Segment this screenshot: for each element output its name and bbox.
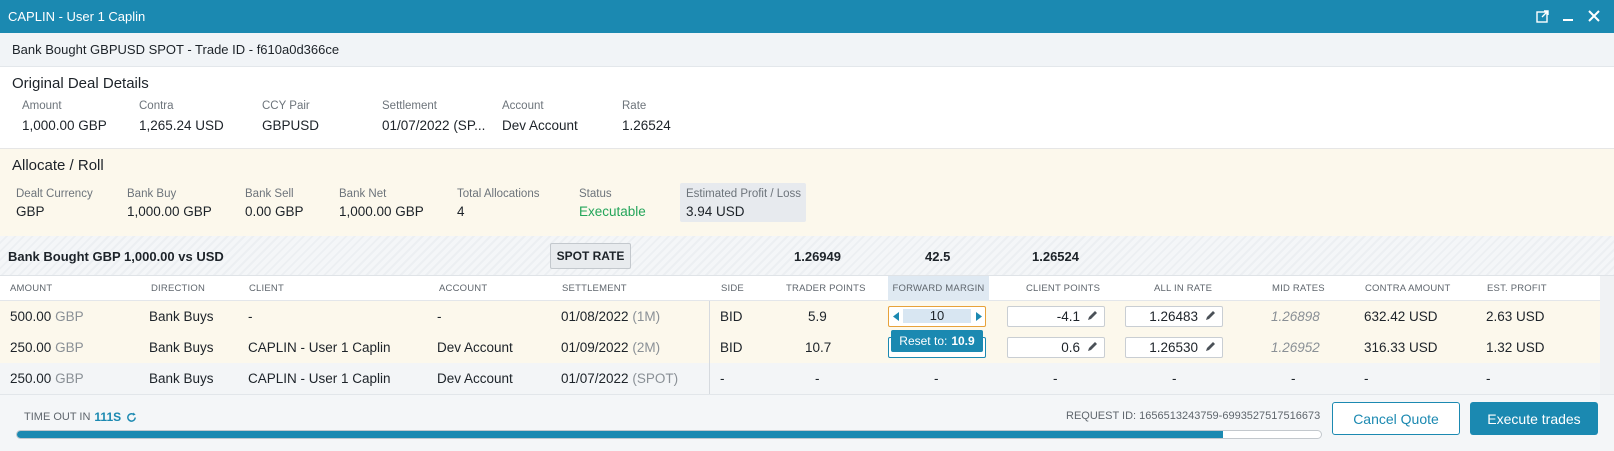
original-amount: Amount 1,000.00 GBP: [22, 100, 107, 133]
footer: TIME OUT IN 111S REQUEST ID: 16565132437…: [0, 394, 1614, 451]
col-direction[interactable]: DIRECTION: [151, 283, 205, 294]
summary-trader-points: 1.26949: [794, 249, 841, 264]
cancel-quote-button[interactable]: Cancel Quote: [1332, 402, 1460, 435]
original-account: Account Dev Account: [502, 100, 578, 133]
alloc-total-allocations: Total Allocations 4: [457, 188, 540, 219]
col-settlement[interactable]: SETTLEMENT: [562, 283, 627, 294]
close-icon[interactable]: [1586, 8, 1602, 24]
timeout-progress-bar: [16, 430, 1322, 439]
alloc-dealt-currency: Dealt Currency GBP: [16, 188, 93, 219]
edit-icon[interactable]: [1086, 341, 1100, 355]
alloc-status: Status Executable: [579, 188, 646, 219]
col-side[interactable]: SIDE: [721, 283, 744, 294]
increment-icon[interactable]: [973, 310, 983, 322]
original-rate: Rate 1.26524: [622, 100, 671, 133]
original-contra: Contra 1,265.24 USD: [139, 100, 224, 133]
col-contra-amount[interactable]: CONTRA AMOUNT: [1365, 283, 1450, 294]
minimize-icon[interactable]: [1560, 8, 1576, 24]
execute-trades-button[interactable]: Execute trades: [1470, 402, 1598, 435]
grid-scrollbar[interactable]: [1600, 276, 1614, 394]
col-est-profit[interactable]: EST. PROFIT: [1487, 283, 1547, 294]
all-in-rate-input[interactable]: 1.26530: [1125, 337, 1223, 358]
forward-margin-stepper[interactable]: 10: [888, 306, 986, 327]
summary-forward-margin: 42.5: [925, 249, 951, 264]
spot-rate-button[interactable]: SPOT RATE: [550, 243, 631, 269]
col-client[interactable]: CLIENT: [249, 283, 284, 294]
col-client-points[interactable]: CLIENT POINTS: [1026, 283, 1100, 294]
summary-label: Bank Bought GBP 1,000.00 vs USD: [8, 249, 224, 264]
all-in-rate-input[interactable]: 1.26483: [1125, 306, 1223, 327]
trade-header: Bank Bought GBPUSD SPOT - Trade ID - f61…: [0, 33, 1614, 67]
alloc-bank-buy: Bank Buy 1,000.00 GBP: [127, 188, 212, 219]
client-points-input[interactable]: -4.1: [1007, 306, 1105, 327]
timeout-value: 111S: [94, 410, 122, 424]
col-mid-rates[interactable]: MID RATES: [1272, 283, 1325, 294]
col-amount[interactable]: AMOUNT: [10, 283, 52, 294]
allocate-roll-section: Allocate / Roll Dealt Currency GBP Bank …: [0, 149, 1614, 236]
original-deal-title: Original Deal Details: [12, 75, 149, 92]
col-account[interactable]: ACCOUNT: [439, 283, 487, 294]
reset-tooltip[interactable]: Reset to: 10.9: [891, 330, 983, 352]
original-ccy-pair: CCY Pair GBPUSD: [262, 100, 320, 133]
trade-header-text: Bank Bought GBPUSD SPOT - Trade ID - f61…: [12, 42, 340, 57]
status-badge: Executable: [579, 204, 646, 219]
summary-row: Bank Bought GBP 1,000.00 vs USD SPOT RAT…: [0, 236, 1614, 276]
original-deal-section: Original Deal Details Amount 1,000.00 GB…: [0, 67, 1614, 149]
col-forward-margin[interactable]: FORWARD MARGIN: [888, 276, 989, 301]
grid-divider: [709, 301, 710, 394]
estimated-profit-box: Estimated Profit / Loss 3.94 USD: [680, 183, 806, 222]
original-settlement: Settlement 01/07/2022 (SP...: [382, 100, 486, 133]
popout-icon[interactable]: [1534, 8, 1550, 24]
timeout-indicator: TIME OUT IN 111S: [24, 410, 137, 424]
table-row[interactable]: 500.00 GBP Bank Buys - - 01/08/2022 (1M)…: [0, 301, 1600, 332]
allocate-roll-title: Allocate / Roll: [12, 157, 104, 174]
col-trader-points[interactable]: TRADER POINTS: [786, 283, 866, 294]
alloc-bank-sell: Bank Sell 0.00 GBP: [245, 188, 304, 219]
window-title: CAPLIN - User 1 Caplin: [8, 9, 146, 24]
grid-header: AMOUNT DIRECTION CLIENT ACCOUNT SETTLEME…: [0, 276, 1600, 301]
request-id: REQUEST ID: 1656513243759-69935275175166…: [1066, 410, 1321, 422]
edit-icon[interactable]: [1086, 310, 1100, 324]
timeout-progress-fill: [17, 431, 1224, 438]
table-row[interactable]: 250.00 GBP Bank Buys CAPLIN - User 1 Cap…: [0, 332, 1600, 363]
allocation-grid: AMOUNT DIRECTION CLIENT ACCOUNT SETTLEME…: [0, 276, 1600, 394]
alloc-bank-net: Bank Net 1,000.00 GBP: [339, 188, 424, 219]
window-titlebar: CAPLIN - User 1 Caplin: [0, 0, 1614, 33]
decrement-icon[interactable]: [891, 310, 901, 322]
summary-client-points: 1.26524: [1032, 249, 1079, 264]
table-row[interactable]: 250.00 GBP Bank Buys CAPLIN - User 1 Cap…: [0, 363, 1600, 394]
refresh-icon[interactable]: [126, 411, 137, 423]
forward-margin-value[interactable]: 10: [903, 309, 971, 323]
col-all-in-rate[interactable]: ALL IN RATE: [1154, 283, 1212, 294]
client-points-input[interactable]: 0.6: [1007, 337, 1105, 358]
edit-icon[interactable]: [1204, 310, 1218, 324]
edit-icon[interactable]: [1204, 341, 1218, 355]
